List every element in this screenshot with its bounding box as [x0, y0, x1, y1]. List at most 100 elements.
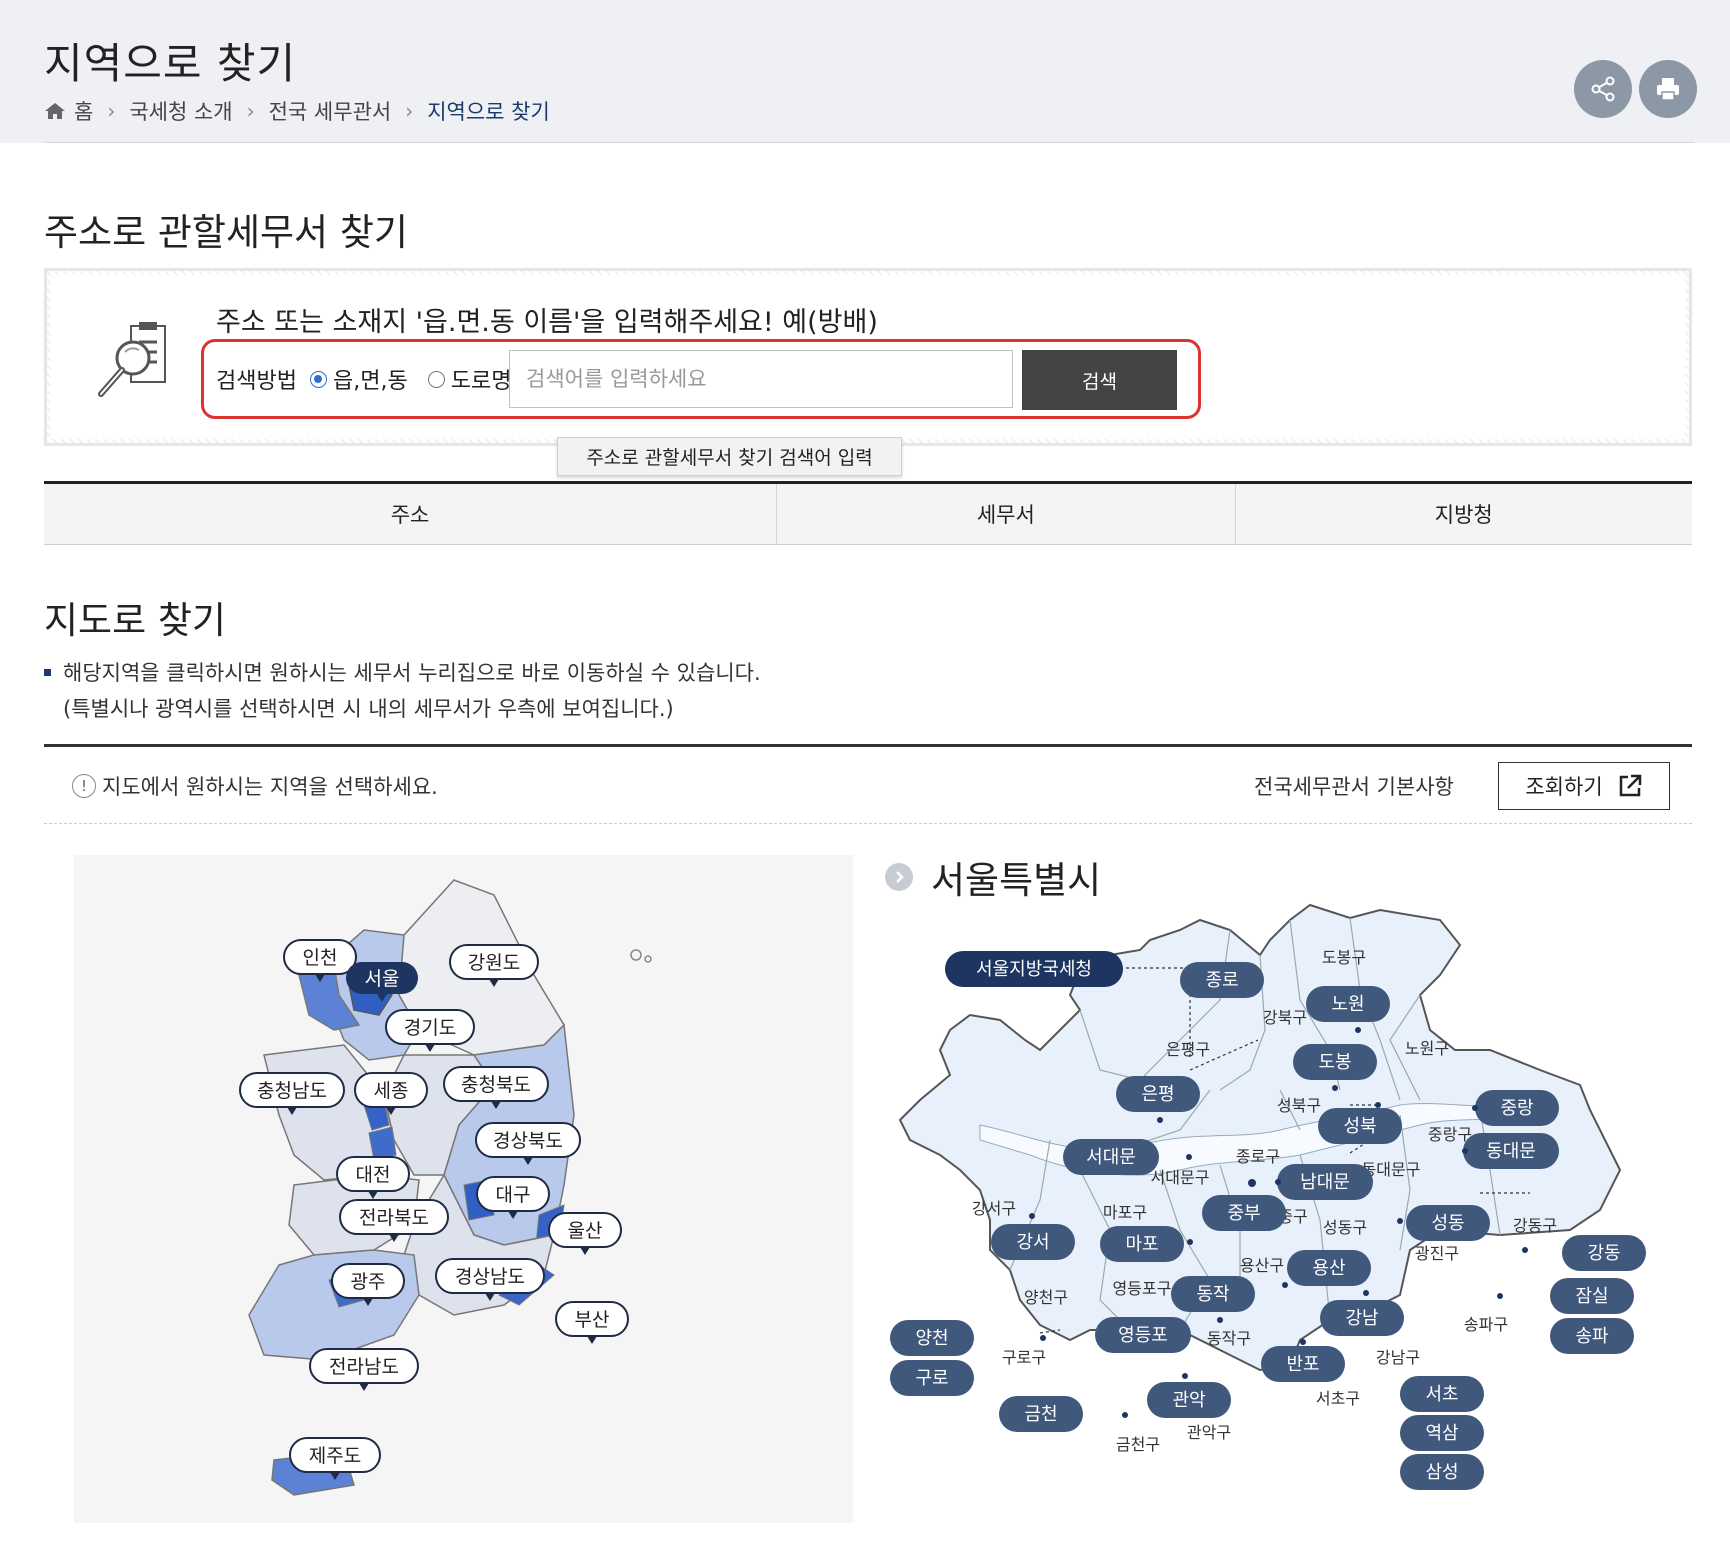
office-yangcheon[interactable]: 양천: [890, 1320, 974, 1356]
svg-text:노원: 노원: [1331, 994, 1364, 1015]
district-seodaemun: 서대문구: [1151, 1168, 1210, 1187]
office-gangnam[interactable]: 강남: [1320, 1300, 1404, 1336]
korea-map: 인천 서울 강원도 경기도 충청남도 세종 충청북도 경상북도 대전 대구 전라…: [239, 879, 652, 1496]
district-guro: 구로구: [1002, 1348, 1046, 1367]
office-yeoksam[interactable]: 역삼: [1400, 1415, 1484, 1451]
svg-text:제주도: 제주도: [309, 1445, 361, 1467]
regional-office-seoul[interactable]: 서울지방국세청: [945, 951, 1123, 987]
chevron-right-icon: [885, 863, 913, 891]
office-seocho[interactable]: 서초: [1400, 1376, 1484, 1412]
radio-label-road-name[interactable]: 도로명: [451, 363, 512, 395]
svg-text:잠실: 잠실: [1575, 1286, 1608, 1307]
office-dongjak[interactable]: 동작: [1171, 1276, 1255, 1312]
breadcrumb-nts-intro[interactable]: 국세청 소개: [129, 96, 232, 126]
office-eunpyeong[interactable]: 은평: [1116, 1076, 1200, 1112]
district-mapo: 마포구: [1103, 1203, 1147, 1222]
radio-road-name[interactable]: [427, 370, 445, 388]
breadcrumb-current[interactable]: 지역으로 찾기: [427, 96, 550, 126]
district-eunpyeong: 은평구: [1166, 1040, 1210, 1059]
office-yongsan[interactable]: 용산: [1287, 1250, 1371, 1286]
office-jongno[interactable]: 종로: [1180, 962, 1264, 998]
office-yeongdeungpo[interactable]: 영등포: [1095, 1317, 1191, 1353]
breadcrumb-offices[interactable]: 전국 세무관서: [269, 96, 392, 126]
svg-text:삼성: 삼성: [1425, 1462, 1458, 1483]
svg-text:충청남도: 충청남도: [257, 1080, 327, 1102]
svg-text:금천: 금천: [1024, 1404, 1057, 1425]
svg-text:구로: 구로: [915, 1368, 948, 1389]
district-dobong: 도봉구: [1322, 948, 1366, 967]
office-namdaemun[interactable]: 남대문: [1277, 1164, 1373, 1200]
svg-text:세종: 세종: [374, 1080, 409, 1102]
svg-text:서울지방국세청: 서울지방국세청: [976, 959, 1092, 980]
office-samseong[interactable]: 삼성: [1400, 1454, 1484, 1490]
radio-label-eup-myeon-dong[interactable]: 읍,면,동: [333, 363, 408, 395]
page-title: 지역으로 찾기: [44, 39, 297, 88]
office-jamsil[interactable]: 잠실: [1550, 1278, 1634, 1314]
tab-regional-office[interactable]: 지방청: [1236, 484, 1692, 544]
desc-line-1: 해당지역을 클릭하시면 원하시는 세무서 누리집으로 바로 이동하실 수 있습니…: [63, 661, 761, 685]
seoul-map-panel: 도봉구 강북구 노원구 은평구 성북구 중랑구 종로구 동대문구 서대문구 중구…: [880, 900, 1680, 1500]
office-geumcheon[interactable]: 금천: [999, 1396, 1083, 1432]
svg-text:마포: 마포: [1125, 1234, 1158, 1255]
office-gwanak[interactable]: 관악: [1147, 1382, 1231, 1418]
breadcrumb: 홈 › 국세청 소개 › 전국 세무관서 › 지역으로 찾기: [44, 96, 550, 126]
office-seongdong[interactable]: 성동: [1406, 1205, 1490, 1241]
district-jungnang: 중랑구: [1428, 1125, 1472, 1144]
chevron-right-icon: ›: [246, 99, 255, 123]
office-jungnang[interactable]: 중랑: [1475, 1090, 1559, 1126]
office-dongdaemun[interactable]: 동대문: [1463, 1133, 1559, 1169]
office-songpa[interactable]: 송파: [1550, 1318, 1634, 1354]
label-jeonnam[interactable]: 전라남도: [309, 1348, 419, 1391]
view-button[interactable]: 조회하기: [1498, 762, 1670, 810]
share-button[interactable]: [1574, 60, 1632, 118]
svg-text:부산: 부산: [575, 1309, 610, 1331]
district-jongno: 종로구: [1236, 1147, 1280, 1166]
seoul-title-text: 서울특별시: [931, 859, 1102, 902]
svg-text:성북: 성북: [1343, 1116, 1376, 1137]
office-gangseo[interactable]: 강서: [991, 1224, 1075, 1260]
svg-text:강동: 강동: [1587, 1243, 1620, 1264]
radio-eup-myeon-dong[interactable]: [310, 370, 327, 388]
svg-text:강원도: 강원도: [468, 952, 520, 974]
share-icon: [1591, 76, 1615, 102]
svg-text:반포: 반포: [1286, 1354, 1319, 1375]
office-seongbuk[interactable]: 성북: [1318, 1108, 1402, 1144]
label-busan[interactable]: 부산: [555, 1301, 629, 1344]
svg-text:영등포: 영등포: [1118, 1325, 1168, 1346]
district-gangdong: 강동구: [1513, 1216, 1557, 1235]
label-ulsan[interactable]: 울산: [548, 1212, 622, 1255]
tab-address[interactable]: 주소: [44, 484, 778, 544]
home-icon[interactable]: [44, 101, 66, 121]
tab-tax-office[interactable]: 세무서: [777, 484, 1236, 544]
print-button[interactable]: [1639, 60, 1697, 118]
district-gwanak: 관악구: [1187, 1423, 1231, 1442]
svg-text:동대문: 동대문: [1486, 1141, 1536, 1162]
korea-map-panel: 인천 서울 강원도 경기도 충청남도 세종 충청북도 경상북도 대전 대구 전라…: [74, 855, 853, 1523]
office-guro[interactable]: 구로: [890, 1360, 974, 1396]
office-jungbu[interactable]: 중부: [1202, 1195, 1286, 1231]
district-gangbuk: 강북구: [1263, 1008, 1307, 1027]
office-seodaemun[interactable]: 서대문: [1063, 1139, 1159, 1175]
district-yangcheon: 양천구: [1024, 1288, 1068, 1307]
region-daejeon[interactable]: [368, 1126, 397, 1161]
office-nowon[interactable]: 노원: [1306, 986, 1390, 1022]
search-input[interactable]: [509, 350, 1013, 408]
svg-text:종로: 종로: [1205, 970, 1238, 991]
result-tabs: 주소 세무서 지방청: [44, 481, 1692, 545]
district-seongdong: 성동구: [1323, 1218, 1367, 1237]
breadcrumb-home[interactable]: 홈: [74, 96, 93, 126]
district-yongsan: 용산구: [1240, 1256, 1284, 1275]
svg-text:대전: 대전: [356, 1164, 391, 1186]
map-notice: 지도에서 원하시는 지역을 선택하세요.: [102, 775, 438, 799]
search-button[interactable]: 검색: [1022, 350, 1177, 410]
svg-text:중부: 중부: [1227, 1203, 1260, 1224]
svg-text:경상북도: 경상북도: [493, 1130, 563, 1152]
svg-text:도봉: 도봉: [1318, 1052, 1351, 1073]
office-banpo[interactable]: 반포: [1261, 1346, 1345, 1382]
dokdo: [644, 955, 652, 963]
svg-text:대구: 대구: [496, 1184, 531, 1206]
office-mapo[interactable]: 마포: [1100, 1226, 1184, 1262]
office-gangdong[interactable]: 강동: [1562, 1235, 1646, 1271]
divider: [44, 142, 1694, 143]
office-dobong[interactable]: 도봉: [1293, 1044, 1377, 1080]
